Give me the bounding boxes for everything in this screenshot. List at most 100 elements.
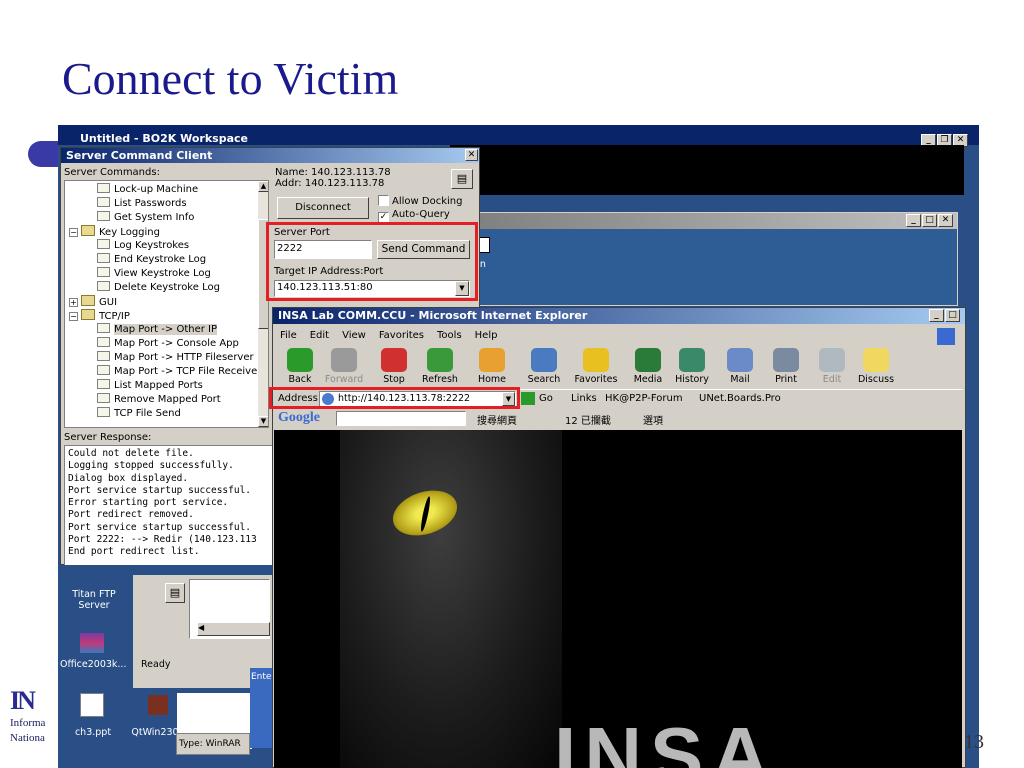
- scroll-down-icon[interactable]: ▼: [258, 416, 268, 427]
- qtwin-icon[interactable]: [148, 695, 168, 715]
- workspace-window[interactable]: _ □ ✕ an: [473, 212, 958, 306]
- command-icon: [97, 393, 110, 403]
- server-response-label: Server Response:: [64, 432, 152, 443]
- ppt-file-icon[interactable]: [80, 693, 104, 717]
- logo-mark: IN: [10, 686, 36, 715]
- qtwin-label[interactable]: QtWin230: [130, 727, 180, 738]
- toolbar-search-button[interactable]: Search: [521, 348, 567, 385]
- toolbar-back-button[interactable]: Back: [277, 348, 323, 385]
- command-icon: [97, 267, 110, 277]
- scroll-up-icon[interactable]: ▲: [258, 181, 268, 192]
- links-label[interactable]: Links: [571, 393, 597, 404]
- minimize-icon[interactable]: _: [906, 214, 921, 227]
- ie-window[interactable]: INSA Lab COMM.CCU - Microsoft Internet E…: [269, 307, 966, 768]
- history-icon: [679, 348, 705, 372]
- star-icon: [583, 348, 609, 372]
- tree-item[interactable]: List Mapped Ports: [97, 379, 203, 393]
- logo-line1: Informa: [10, 717, 46, 729]
- tree-item-label: Map Port -> TCP File Receive: [114, 366, 258, 377]
- command-icon: [97, 211, 110, 221]
- toolbar-forward-button[interactable]: Forward: [321, 348, 367, 385]
- server-commands-tree[interactable]: Lock-up Machine List Passwords Get System …: [64, 180, 269, 428]
- tree-item-label: Delete Keystroke Log: [114, 282, 220, 293]
- office2003-label[interactable]: Office2003k...: [60, 659, 126, 670]
- link-unet[interactable]: UNet.Boards.Pro: [699, 393, 781, 404]
- tree-item[interactable]: − TCP/IP: [69, 309, 130, 324]
- tree-item[interactable]: TCP File Send: [97, 407, 181, 421]
- menu-item[interactable]: Favorites: [379, 330, 424, 341]
- maximize-icon[interactable]: □: [945, 309, 960, 322]
- ch3-ppt-label[interactable]: ch3.ppt: [74, 727, 112, 738]
- workspace-titlebar[interactable]: [474, 213, 957, 229]
- tree-item[interactable]: Map Port -> Other IP: [97, 323, 218, 337]
- tree-item[interactable]: End Keystroke Log: [97, 253, 206, 267]
- tree-item[interactable]: Map Port -> Console App: [97, 337, 239, 351]
- ie-titlebar[interactable]: INSA Lab COMM.CCU - Microsoft Internet E…: [273, 308, 965, 324]
- discuss-icon: [863, 348, 889, 372]
- menu-item[interactable]: Help: [475, 330, 498, 341]
- toolbar-history-button[interactable]: History: [669, 348, 715, 385]
- popup-blocked-count[interactable]: 12 已攔截: [565, 412, 611, 427]
- options-button[interactable]: 選項: [643, 412, 663, 427]
- toolbar-print-button[interactable]: Print: [763, 348, 809, 385]
- menu-item[interactable]: Tools: [437, 330, 462, 341]
- auto-query-checkbox[interactable]: ✓ Auto-Query: [378, 208, 450, 223]
- toolbar-media-button[interactable]: Media: [625, 348, 671, 385]
- hscroll[interactable]: ◀: [197, 622, 270, 636]
- command-icon: [97, 337, 110, 347]
- server-info-icon[interactable]: ▤: [451, 169, 473, 189]
- disconnect-button[interactable]: Disconnect: [277, 197, 369, 219]
- tree-scrollbar[interactable]: ▲ ▼: [258, 181, 268, 427]
- close-icon[interactable]: ✕: [465, 149, 478, 161]
- tree-item[interactable]: View Keystroke Log: [97, 267, 211, 281]
- toolbar-mail-button[interactable]: Mail: [717, 348, 763, 385]
- expand-toggle-icon[interactable]: −: [69, 312, 78, 321]
- tree-item[interactable]: Map Port -> HTTP Fileserver: [97, 351, 254, 365]
- address-highlight: [269, 387, 520, 409]
- mail-icon: [727, 348, 753, 372]
- tree-item[interactable]: + GUI: [69, 295, 117, 310]
- go-arrow-icon[interactable]: [521, 392, 535, 405]
- tree-item[interactable]: Remove Mapped Port: [97, 393, 221, 407]
- menu-item[interactable]: File: [280, 330, 297, 341]
- scc-titlebar[interactable]: Server Command Client: [61, 148, 479, 163]
- tree-item[interactable]: Log Keystrokes: [97, 239, 189, 253]
- toolbar-label: Edit: [822, 374, 842, 385]
- toolbar-refresh-button[interactable]: Refresh: [417, 348, 463, 385]
- menu-item[interactable]: Edit: [310, 330, 329, 341]
- minimize-icon[interactable]: _: [929, 309, 944, 322]
- edit-icon: [819, 348, 845, 372]
- ie-menubar: File Edit View Favorites Tools Help: [280, 330, 510, 341]
- tree-item[interactable]: Delete Keystroke Log: [97, 281, 220, 295]
- server-response-output[interactable]: Could not delete file. Logging stopped s…: [64, 445, 274, 581]
- expand-toggle-icon[interactable]: +: [69, 298, 78, 307]
- toolbar-home-button[interactable]: Home: [469, 348, 515, 385]
- tree-item[interactable]: List Passwords: [97, 197, 187, 211]
- menu-item[interactable]: View: [342, 330, 366, 341]
- tree-item[interactable]: Lock-up Machine: [97, 183, 198, 197]
- maximize-icon[interactable]: □: [922, 214, 937, 227]
- go-button[interactable]: Go: [539, 393, 553, 404]
- google-logo[interactable]: Google: [278, 410, 320, 426]
- google-search-input[interactable]: [336, 411, 466, 426]
- desktop-area: Titan FTP Server Office2003k... ch3.ppt …: [60, 565, 272, 768]
- tree-item[interactable]: − Key Logging: [69, 225, 160, 240]
- tree-item[interactable]: Map Port -> TCP File Receive: [97, 365, 257, 379]
- google-search-button[interactable]: 搜尋網頁: [477, 412, 517, 427]
- link-hk-p2p[interactable]: HK@P2P-Forum: [605, 393, 683, 404]
- toolbar-label: Home: [477, 374, 507, 385]
- winrar-icon[interactable]: [80, 633, 104, 653]
- stop-icon: [381, 348, 407, 372]
- close-icon[interactable]: ✕: [938, 214, 953, 227]
- toolbar-stop-button[interactable]: Stop: [371, 348, 417, 385]
- tree-item[interactable]: Get System Info: [97, 211, 194, 225]
- toolbar-discuss-button[interactable]: Discuss: [853, 348, 899, 385]
- expand-toggle-icon[interactable]: −: [69, 228, 78, 237]
- allow-docking-checkbox[interactable]: Allow Docking: [378, 195, 462, 208]
- toolbar-favorites-button[interactable]: Favorites: [573, 348, 619, 385]
- bo2k-workspace-titlebar[interactable]: Untitled - BO2K Workspace ❐ ✕ _: [58, 125, 979, 147]
- fragment-icon[interactable]: ▤: [165, 583, 185, 603]
- titan-ftp-label[interactable]: Titan FTP Server: [66, 589, 122, 611]
- page-viewport[interactable]: INSA: [274, 430, 962, 768]
- toolbar-edit-button[interactable]: Edit: [809, 348, 855, 385]
